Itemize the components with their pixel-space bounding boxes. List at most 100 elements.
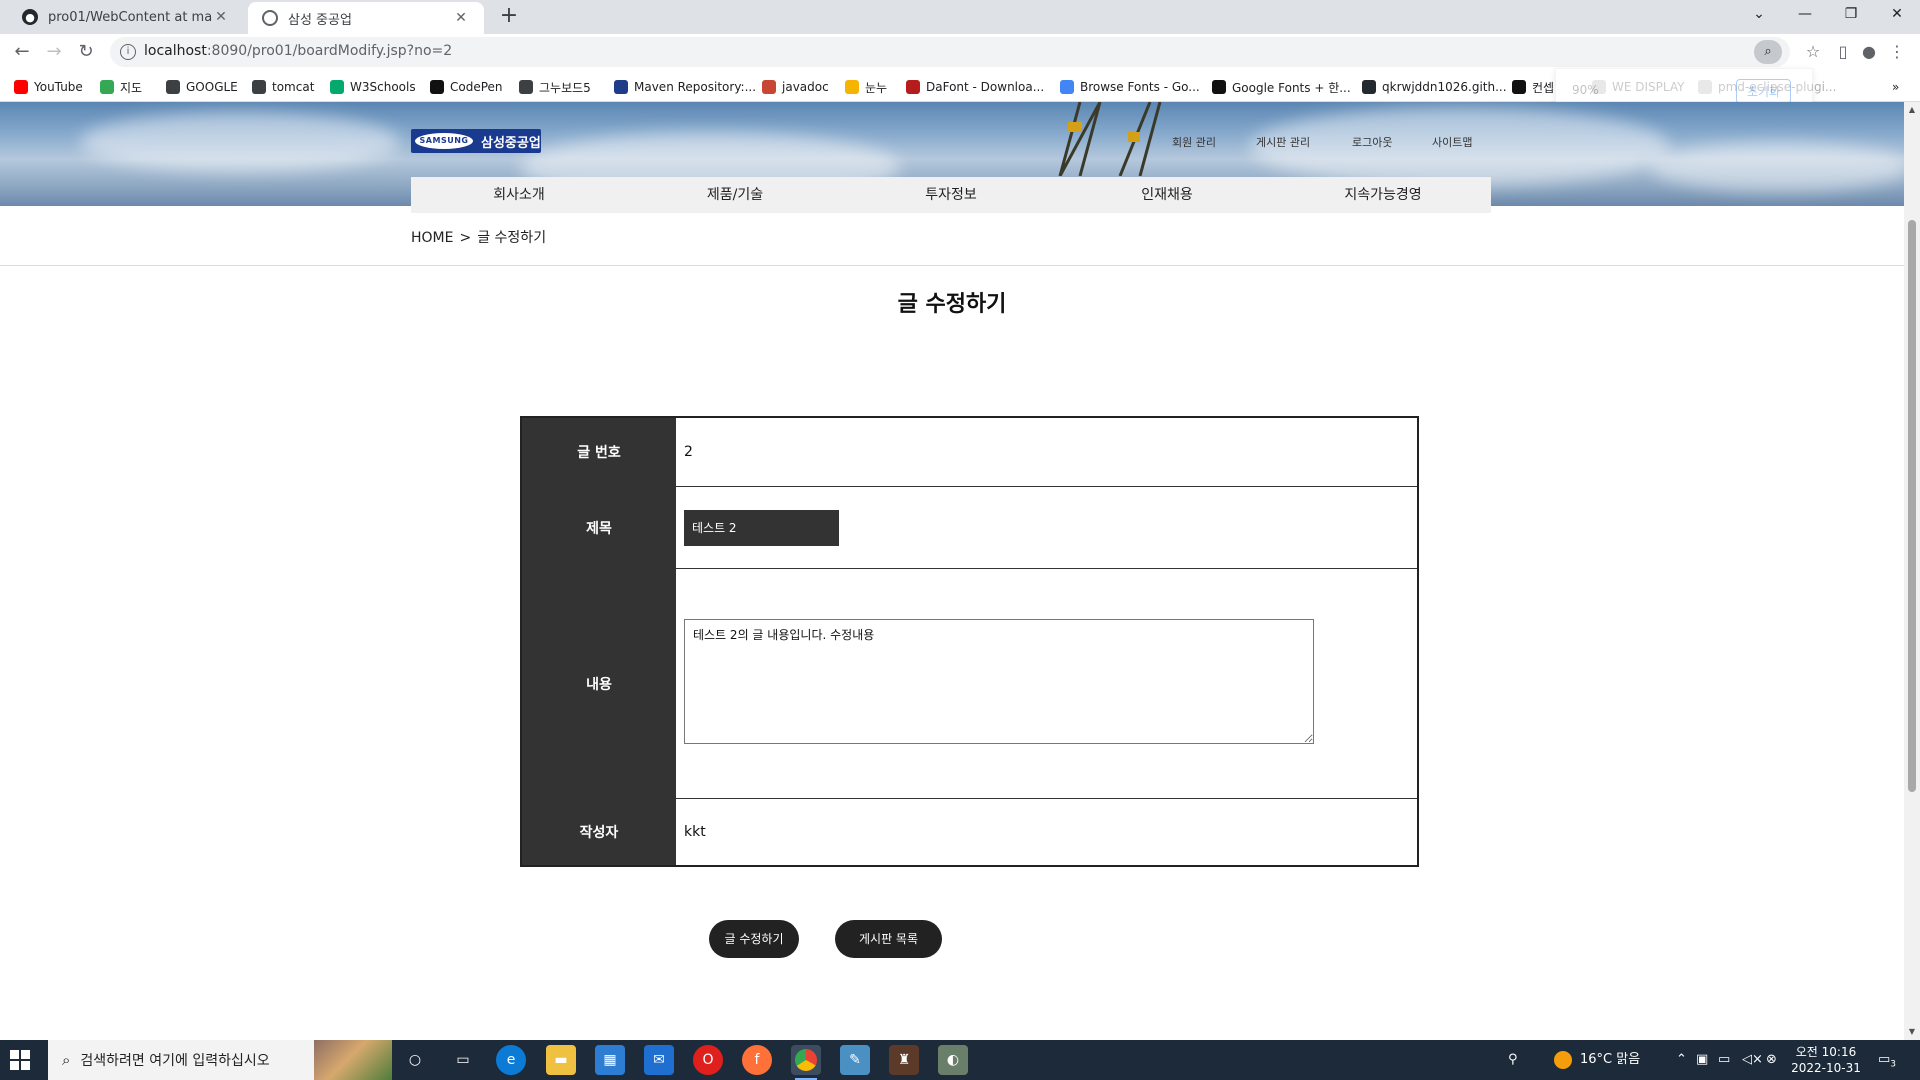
nav-investment[interactable]: 투자정보 (843, 177, 1059, 213)
bookmark-google-fonts[interactable]: Browse Fonts - Go... (1060, 78, 1200, 96)
sitemap-link[interactable]: 사이트맵 (1432, 134, 1472, 150)
notepad-icon[interactable]: ✎ (840, 1045, 870, 1075)
browser-toolbar: ← → ↻ i localhost:8090/pro01/boardModify… (0, 34, 1920, 70)
bookmark-maps[interactable]: 지도 (100, 78, 142, 96)
bookmark-label: Maven Repository:... (634, 80, 757, 94)
bookmark-w3schools[interactable]: W3Schools (330, 78, 416, 96)
firefox-icon[interactable]: f (742, 1045, 772, 1075)
zoom-reset-button[interactable]: 초기화 (1736, 79, 1792, 104)
mail-icon[interactable]: ✉ (644, 1045, 674, 1075)
logo-mark: SAMSUNG (415, 133, 473, 149)
bookmark-tomcat[interactable]: tomcat (252, 78, 314, 96)
chrome-icon[interactable] (791, 1045, 821, 1080)
weather-widget[interactable]: 16°C 맑음 (1554, 1040, 1640, 1080)
bookmark-label: 그누보드5 (539, 80, 591, 95)
bookmark-label: 컨셉 (1532, 80, 1555, 95)
forward-arrow-icon[interactable]: → (40, 40, 68, 64)
network-icon[interactable]: ▭ (1718, 1040, 1730, 1080)
menu-kebab-icon[interactable]: ⋮ (1884, 40, 1910, 64)
bookmark-dafont[interactable]: DaFont - Downloa... (906, 78, 1044, 96)
tab-github[interactable]: ● pro01/WebContent at master · c ✕ (8, 0, 244, 34)
notification-icon[interactable]: ▭3 (1878, 1040, 1896, 1080)
tray-status-icon[interactable]: ⊗ (1766, 1040, 1777, 1080)
profile-icon[interactable]: ● (1856, 40, 1882, 64)
bookmark-star-icon[interactable]: ☆ (1800, 40, 1826, 64)
bookmark-google[interactable]: GOOGLE (166, 78, 238, 96)
bookmark-label: Browse Fonts - Go... (1080, 80, 1200, 94)
bookmark-youtube[interactable]: YouTube (14, 78, 83, 96)
edge-icon[interactable]: e (496, 1045, 526, 1075)
page-scrollbar[interactable]: ▲ ▼ (1904, 102, 1920, 1040)
bookmark-label: YouTube (34, 80, 83, 94)
taskbar-clock[interactable]: 오전 10:16 2022-10-31 (1790, 1044, 1862, 1076)
bookmark-maven[interactable]: Maven Repository:... (614, 78, 756, 96)
bookmark-gnuboard[interactable]: 그누보드5 (519, 78, 591, 96)
zoom-icon[interactable]: ⌕ (1754, 40, 1782, 64)
nav-products[interactable]: 제품/기술 (627, 177, 843, 213)
nav-careers[interactable]: 인재채용 (1059, 177, 1275, 213)
title-input[interactable] (684, 509, 839, 546)
bookmark-label: 눈누 (865, 80, 888, 95)
google-fonts-kr-icon (1212, 80, 1226, 94)
tray-chevron-icon[interactable]: ⌃ (1676, 1040, 1687, 1080)
bookmark-javadoc[interactable]: javadoc (762, 78, 829, 96)
nav-company[interactable]: 회사소개 (411, 177, 627, 213)
taskbar-search[interactable]: ⌕ 검색하려면 여기에 입력하십시오 (48, 1040, 392, 1080)
bookmark-google-fonts-kr[interactable]: Google Fonts + 한... (1212, 78, 1351, 96)
globe-icon (262, 10, 278, 26)
opera-icon[interactable]: O (693, 1045, 723, 1075)
scroll-up-arrow-icon[interactable]: ▲ (1908, 106, 1916, 114)
tab-samsung[interactable]: 삼성 중공업 ✕ (248, 2, 484, 34)
file-explorer-icon[interactable]: ▬ (546, 1045, 576, 1075)
breadcrumb-separator: > (459, 230, 472, 246)
scroll-down-arrow-icon[interactable]: ▼ (1908, 1028, 1916, 1036)
close-window-button[interactable]: ✕ (1874, 0, 1920, 30)
tray-device-icon[interactable]: ▣ (1696, 1040, 1708, 1080)
game-icon[interactable]: ♜ (889, 1045, 919, 1075)
cortana-icon[interactable]: ○ (400, 1045, 430, 1075)
row-post-number: 글 번호 2 (522, 418, 1417, 487)
javadoc-icon (762, 80, 776, 94)
nav-sustainability[interactable]: 지속가능경영 (1275, 177, 1491, 213)
bookmark-concept[interactable]: 컨셉 (1512, 78, 1554, 96)
bookmark-label: W3Schools (350, 80, 416, 94)
address-url[interactable]: localhost:8090/pro01/boardModify.jsp?no=… (144, 43, 452, 59)
crane-image (1058, 102, 1162, 176)
tab-close-icon[interactable]: ✕ (212, 9, 230, 25)
bookmark-noonnu[interactable]: 눈누 (845, 78, 887, 96)
new-tab-button[interactable]: + (496, 4, 522, 30)
tab-title: pro01/WebContent at master · c (48, 9, 212, 25)
logo-brand: 삼성중공업 (481, 135, 541, 151)
store-icon[interactable]: ▦ (595, 1045, 625, 1075)
content-textarea[interactable]: 테스트 2의 글 내용입니다. 수정내용 (684, 619, 1314, 744)
side-panel-icon[interactable]: ▯ (1830, 40, 1856, 64)
volume-muted-icon[interactable]: ◁× (1742, 1040, 1763, 1080)
bookmark-codepen[interactable]: CodePen (430, 78, 503, 96)
samsung-logo[interactable]: SAMSUNG 삼성중공업 (411, 129, 541, 153)
scrollbar-thumb[interactable] (1908, 220, 1916, 792)
site-info-icon[interactable]: i (120, 44, 136, 60)
more-bookmarks-button[interactable]: » (1892, 78, 1899, 96)
codepen-icon (430, 80, 444, 94)
task-view-icon[interactable]: ▭ (448, 1045, 478, 1075)
tab-list-button[interactable]: ⌄ (1736, 0, 1782, 30)
restore-button[interactable]: ❐ (1828, 0, 1874, 30)
windows-start-icon[interactable] (10, 1050, 30, 1070)
board-admin-link[interactable]: 게시판 관리 (1256, 134, 1310, 150)
member-admin-link[interactable]: 회원 관리 (1172, 134, 1216, 150)
bookmark-label: tomcat (272, 80, 315, 94)
board-list-button[interactable]: 게시판 목록 (835, 920, 942, 958)
bookmark-github-pages[interactable]: qkrwjddn1026.gith... (1362, 78, 1507, 96)
zoom-value: 90% (1572, 83, 1599, 97)
maven-icon (614, 80, 628, 94)
breadcrumb-home[interactable]: HOME (411, 230, 453, 246)
minimize-button[interactable]: — (1782, 0, 1828, 30)
reload-icon[interactable]: ↻ (72, 40, 100, 64)
tab-close-icon[interactable]: ✕ (452, 10, 470, 26)
logout-link[interactable]: 로그아웃 (1352, 134, 1392, 150)
people-icon[interactable]: ⚲ (1508, 1040, 1518, 1080)
submit-modify-button[interactable]: 글 수정하기 (709, 920, 799, 958)
address-bar[interactable]: i localhost:8090/pro01/boardModify.jsp?n… (110, 37, 1790, 67)
eclipse-icon[interactable]: ◐ (938, 1045, 968, 1075)
back-arrow-icon[interactable]: ← (8, 40, 36, 64)
